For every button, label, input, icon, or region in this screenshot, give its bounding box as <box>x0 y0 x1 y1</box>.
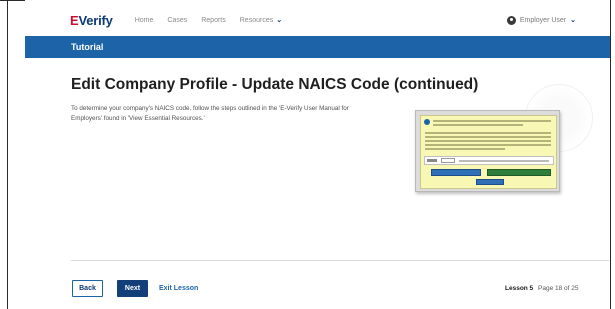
lesson-progress: Lesson 5 Page 18 of 25 <box>505 285 578 292</box>
thumbnail-text-line <box>425 136 551 138</box>
info-icon <box>424 119 430 125</box>
next-button[interactable]: Next <box>117 280 148 297</box>
everify-logo[interactable]: E Verify <box>70 13 113 28</box>
nav-item-reports[interactable]: Reports <box>201 16 226 24</box>
frame-border-right <box>610 0 611 309</box>
thumbnail-cancel-button <box>476 179 504 185</box>
logo-verify: Verify <box>78 12 113 28</box>
frame-border-left <box>7 0 8 309</box>
nav-menu: Home Cases Reports Resources ⌄ <box>135 16 283 25</box>
user-circle-icon <box>506 15 516 25</box>
back-button[interactable]: Back <box>72 280 103 297</box>
frame-border-top <box>0 0 25 1</box>
top-navigation: E Verify Home Cases Reports Resources ⌄ … <box>25 6 610 34</box>
user-menu[interactable]: Employer User ⌄ <box>506 15 576 25</box>
chevron-down-icon: ⌄ <box>276 17 283 24</box>
screenshot-thumbnail <box>415 110 560 192</box>
user-name: Employer User <box>519 16 567 24</box>
lesson-content: Edit Company Profile - Update NAICS Code… <box>25 58 610 309</box>
thumbnail-field-input <box>441 158 455 163</box>
thumbnail-text-line <box>433 124 523 126</box>
footer-divider <box>71 260 609 261</box>
thumbnail-text-line <box>425 148 505 150</box>
thumbnail-alert-panel <box>420 115 557 189</box>
nav-item-home[interactable]: Home <box>135 16 154 24</box>
logo-e: E <box>70 12 79 28</box>
chevron-down-icon: ⌄ <box>570 17 576 24</box>
page-title: Edit Company Profile - Update NAICS Code… <box>71 76 479 93</box>
thumbnail-blue-button <box>431 169 481 176</box>
thumbnail-naics-field-row <box>424 156 554 165</box>
instruction-text: To determine your company's NAICS code, … <box>71 105 349 122</box>
nav-item-resources[interactable]: Resources ⌄ <box>240 16 283 25</box>
page-counter: Page 18 of 25 <box>538 285 579 292</box>
thumbnail-text-line <box>425 144 551 146</box>
banner-title: Tutorial <box>71 42 104 52</box>
thumbnail-field-text <box>459 160 549 162</box>
lesson-number: Lesson 5 <box>505 285 534 292</box>
thumbnail-green-button <box>487 169 551 176</box>
thumbnail-field-label <box>427 159 437 162</box>
thumbnail-text-line <box>425 140 551 142</box>
nav-item-cases[interactable]: Cases <box>167 16 187 24</box>
thumbnail-text-line <box>433 120 551 122</box>
exit-lesson-link[interactable]: Exit Lesson <box>159 285 198 292</box>
thumbnail-text-line <box>425 132 551 134</box>
tutorial-banner: Tutorial <box>25 36 610 58</box>
